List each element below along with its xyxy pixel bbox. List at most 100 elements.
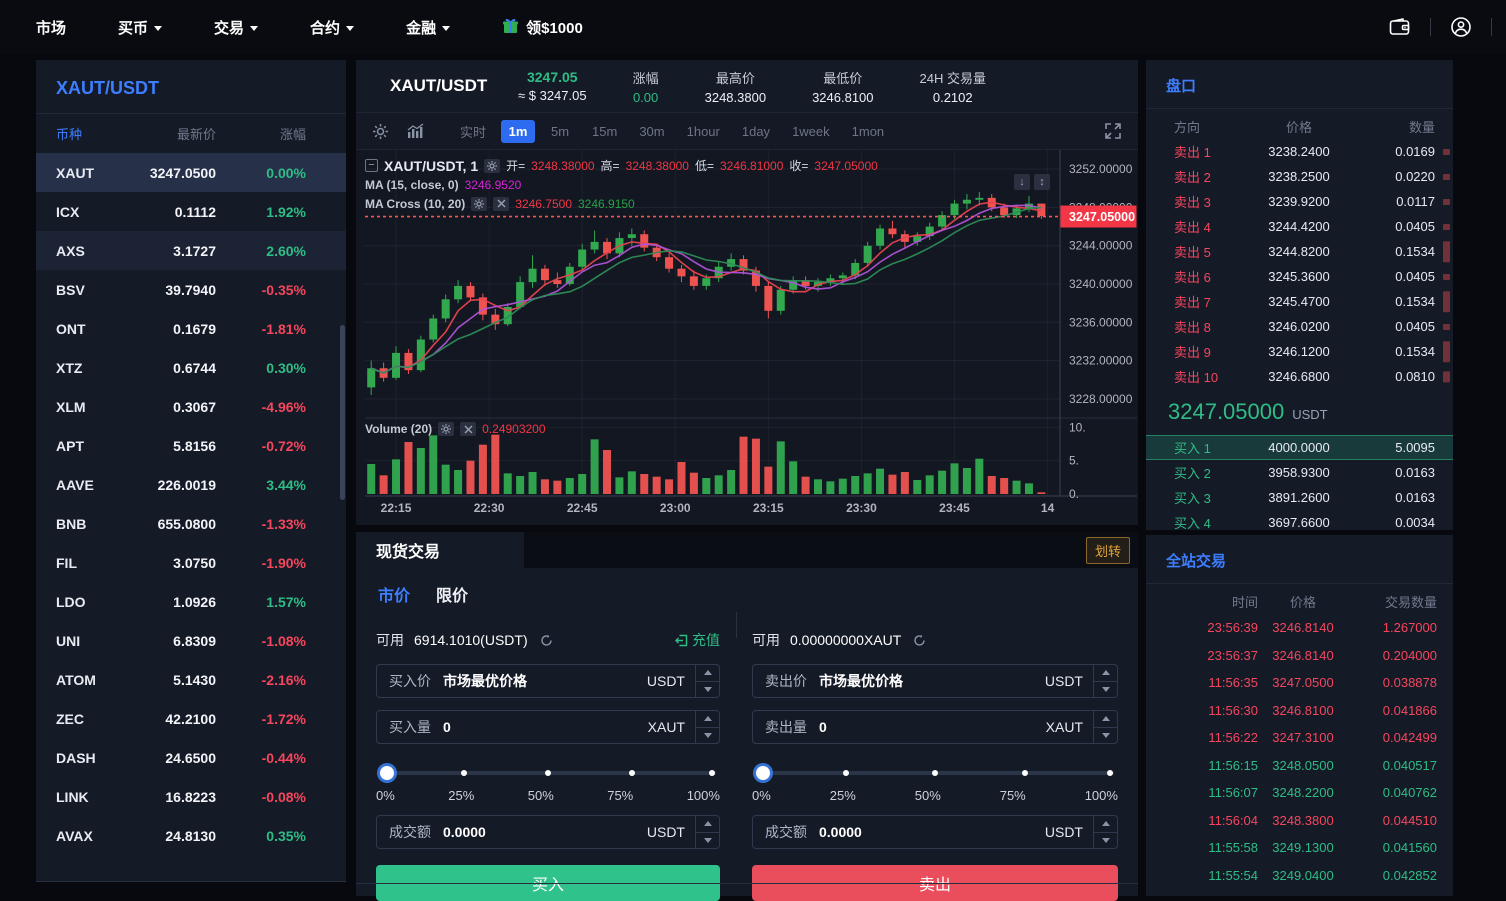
stepper-up-icon[interactable]: [1094, 665, 1117, 682]
coin-row-AXS[interactable]: AXS3.17272.60%: [36, 231, 346, 270]
sell-order-row[interactable]: 卖出 103246.68000.0810: [1146, 364, 1453, 389]
coin-row-FIL[interactable]: FIL3.0750-1.90%: [36, 543, 346, 582]
tab-spot-trading[interactable]: 现货交易: [356, 532, 524, 568]
sell-percent-slider[interactable]: [756, 766, 1114, 780]
slider-dot-25[interactable]: [461, 770, 467, 776]
slider-dot-50[interactable]: [932, 770, 938, 776]
timeframe-15m[interactable]: 15m: [585, 120, 624, 143]
slider-dot-100[interactable]: [1107, 770, 1113, 776]
scale-down-arrow-icon[interactable]: ↓: [1014, 174, 1030, 190]
nav-item-合约[interactable]: 合约: [310, 17, 354, 38]
slider-dot-50[interactable]: [545, 770, 551, 776]
stepper-up-icon[interactable]: [696, 816, 719, 833]
coin-row-XAUT[interactable]: XAUT3247.05000.00%: [36, 153, 346, 192]
buy-order-row[interactable]: 买入 33891.26000.0163: [1146, 485, 1453, 510]
coin-row-BSV[interactable]: BSV39.7940-0.35%: [36, 270, 346, 309]
promo-claim-bonus[interactable]: 领$1000: [502, 17, 583, 38]
buy-order-row[interactable]: 买入 14000.00005.0095: [1146, 435, 1453, 460]
timeframe-5m[interactable]: 5m: [543, 120, 577, 143]
coin-row-AAVE[interactable]: AAVE226.00193.44%: [36, 465, 346, 504]
gear-icon[interactable]: [484, 159, 500, 173]
buy-slider-handle[interactable]: [380, 766, 394, 780]
coin-row-AVAX[interactable]: AVAX24.81300.35%: [36, 816, 346, 855]
stepper-down-icon[interactable]: [696, 682, 719, 698]
coin-list-scrollbar[interactable]: [340, 325, 345, 500]
coin-row-XTZ[interactable]: XTZ0.67440.30%: [36, 348, 346, 387]
refresh-icon[interactable]: [540, 634, 553, 647]
collapse-icon[interactable]: −: [365, 159, 378, 172]
timeframe-1mon[interactable]: 1mon: [845, 120, 892, 143]
timeframe-30m[interactable]: 30m: [632, 120, 671, 143]
sell-amount-input[interactable]: [819, 719, 1036, 735]
stepper-down-icon[interactable]: [696, 728, 719, 744]
deposit-link[interactable]: 充值: [675, 630, 720, 650]
nav-item-买币[interactable]: 买币: [118, 17, 162, 38]
coin-row-DASH[interactable]: DASH24.6500-0.44%: [36, 738, 346, 777]
coin-row-ONT[interactable]: ONT0.1679-1.81%: [36, 309, 346, 348]
close-icon[interactable]: [493, 197, 509, 211]
coin-row-BNB[interactable]: BNB655.0800-1.33%: [36, 504, 346, 543]
tab-限价[interactable]: 限价: [436, 582, 468, 606]
stepper-up-icon[interactable]: [1094, 816, 1117, 833]
chart-settings-gear-icon[interactable]: [372, 123, 389, 140]
stepper-down-icon[interactable]: [1094, 728, 1117, 744]
coin-row-XLM[interactable]: XLM0.3067-4.96%: [36, 387, 346, 426]
slider-dot-100[interactable]: [709, 770, 715, 776]
sell-price-input[interactable]: [819, 673, 1035, 689]
sell-order-row[interactable]: 卖出 83246.02000.0405: [1146, 314, 1453, 339]
user-account-icon[interactable]: [1441, 12, 1481, 42]
indicator-icon[interactable]: [407, 123, 425, 139]
coin-row-LDO[interactable]: LDO1.09261.57%: [36, 582, 346, 621]
timeframe-1m[interactable]: 1m: [501, 120, 535, 143]
sell-price: 3245.3600: [1241, 269, 1357, 284]
coin-row-ICX[interactable]: ICX0.11121.92%: [36, 192, 346, 231]
buy-percent-slider[interactable]: [380, 766, 716, 780]
timeframe-实时[interactable]: 实时: [453, 118, 493, 145]
stepper-up-icon[interactable]: [696, 711, 719, 728]
buy-order-row[interactable]: 买入 23958.93000.0163: [1146, 460, 1453, 485]
gear-icon[interactable]: [438, 422, 454, 436]
buy-order-row[interactable]: 买入 43697.66000.0034: [1146, 510, 1453, 535]
buy-amount-input[interactable]: [443, 719, 638, 735]
stepper-down-icon[interactable]: [1094, 682, 1117, 698]
sell-order-row[interactable]: 卖出 63245.36000.0405: [1146, 264, 1453, 289]
fullscreen-icon[interactable]: [1104, 122, 1122, 140]
timeframe-1week[interactable]: 1week: [785, 120, 837, 143]
sell-order-row[interactable]: 卖出 33239.92000.0117: [1146, 189, 1453, 214]
coin-row-APT[interactable]: APT5.8156-0.72%: [36, 426, 346, 465]
coin-row-ZEC[interactable]: ZEC42.2100-1.72%: [36, 699, 346, 738]
buy-price-input[interactable]: [443, 673, 637, 689]
stepper-up-icon[interactable]: [1094, 711, 1117, 728]
stepper-up-icon[interactable]: [696, 665, 719, 682]
coin-row-UNI[interactable]: UNI6.8309-1.08%: [36, 621, 346, 660]
slider-dot-25[interactable]: [843, 770, 849, 776]
timeframe-1hour[interactable]: 1hour: [680, 120, 727, 143]
sell-order-row[interactable]: 卖出 13238.24000.0169: [1146, 139, 1453, 164]
close-icon[interactable]: [460, 422, 476, 436]
scale-range-arrow-icon[interactable]: ↕: [1034, 174, 1050, 190]
stepper-down-icon[interactable]: [1094, 833, 1117, 849]
slider-dot-75[interactable]: [629, 770, 635, 776]
coin-row-LINK[interactable]: LINK16.8223-0.08%: [36, 777, 346, 816]
nav-item-市场[interactable]: 市场: [36, 17, 66, 38]
gear-icon[interactable]: [471, 197, 487, 211]
nav-item-交易[interactable]: 交易: [214, 17, 258, 38]
refresh-icon[interactable]: [913, 634, 926, 647]
transfer-button[interactable]: 划转: [1086, 537, 1130, 564]
sell-order-row[interactable]: 卖出 73245.47000.1534: [1146, 289, 1453, 314]
wallet-icon[interactable]: [1380, 12, 1420, 42]
stepper-down-icon[interactable]: [696, 833, 719, 849]
tab-市价[interactable]: 市价: [378, 582, 410, 606]
timeframe-1day[interactable]: 1day: [735, 120, 777, 143]
sell-total-input[interactable]: [819, 824, 1035, 840]
sell-slider-handle[interactable]: [756, 766, 770, 780]
candlestick-chart[interactable]: − XAUT/USDT, 1 开=3248.38000 高=3248.38000…: [356, 150, 1138, 525]
slider-dot-75[interactable]: [1022, 770, 1028, 776]
buy-total-input[interactable]: [443, 824, 637, 840]
sell-order-row[interactable]: 卖出 43244.42000.0405: [1146, 214, 1453, 239]
coin-row-ATOM[interactable]: ATOM5.1430-2.16%: [36, 660, 346, 699]
nav-item-金融[interactable]: 金融: [406, 17, 450, 38]
sell-order-row[interactable]: 卖出 53244.82000.1534: [1146, 239, 1453, 264]
sell-order-row[interactable]: 卖出 93246.12000.1534: [1146, 339, 1453, 364]
sell-order-row[interactable]: 卖出 23238.25000.0220: [1146, 164, 1453, 189]
